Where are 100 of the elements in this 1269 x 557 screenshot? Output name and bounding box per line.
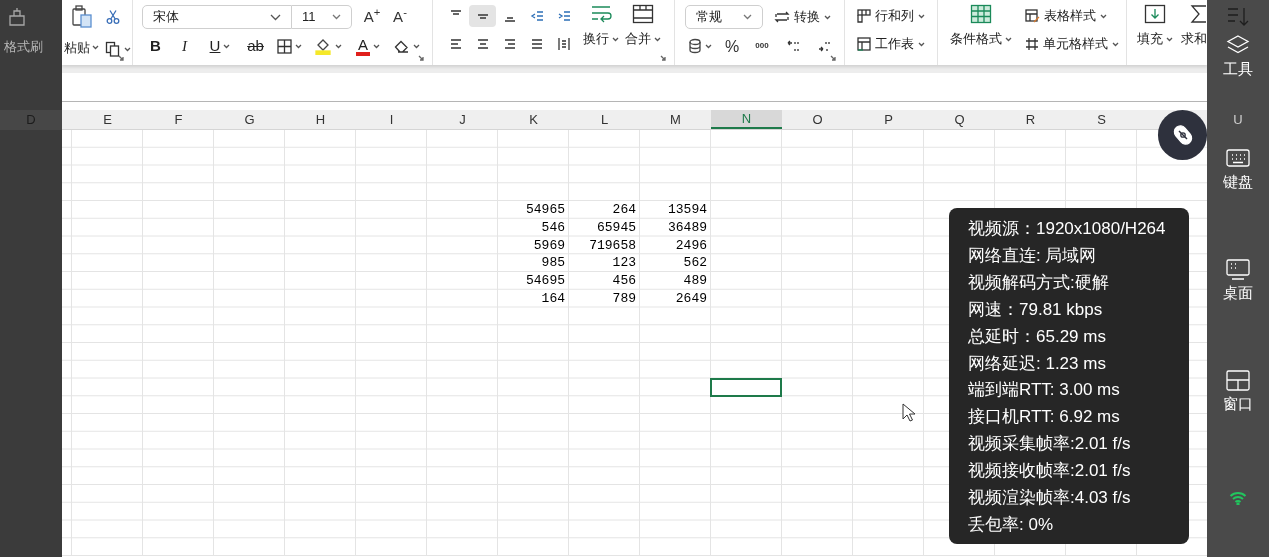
column-header[interactable]: F — [143, 110, 214, 129]
table-cell-text: 264 — [611, 201, 637, 219]
thousands-button[interactable]: 000 — [749, 35, 775, 57]
caret-icon — [92, 45, 99, 51]
sidebar-window-button[interactable]: 窗口 — [1223, 369, 1253, 412]
column-header[interactable]: E — [72, 110, 143, 129]
scissors-icon — [105, 9, 121, 25]
vertical-align-button[interactable] — [469, 5, 496, 27]
indent-icon — [556, 9, 571, 23]
sidebar-desktop-button[interactable]: 桌面 — [1223, 258, 1253, 301]
wrap-icon — [590, 4, 612, 24]
window-icon — [1225, 369, 1251, 392]
caret-icon — [1166, 36, 1173, 42]
rows-columns-icon — [857, 9, 871, 23]
indent-icon — [529, 9, 544, 23]
column-header[interactable]: G — [214, 110, 285, 129]
table-cell-text: 719658 — [588, 236, 637, 255]
table-cell-text: 164 — [540, 289, 566, 308]
align-icon — [448, 37, 463, 51]
sidebar-keyboard-button[interactable]: 键盘 — [1223, 147, 1253, 190]
align-icon — [476, 13, 489, 19]
table-cell-text: 456 — [611, 272, 637, 290]
table-cell-text: 65945 — [596, 218, 637, 237]
caret-icon — [824, 14, 831, 20]
selected-cell[interactable] — [710, 377, 782, 397]
column-header[interactable]: K — [498, 110, 569, 129]
table-cell-text: 489 — [682, 272, 708, 290]
table-cell-text: 2649 — [674, 289, 708, 308]
column-header[interactable]: N — [711, 110, 782, 129]
chevron-icon — [332, 14, 341, 20]
column-header[interactable]: M — [640, 110, 711, 129]
column-header[interactable]: O — [782, 110, 853, 129]
worksheet-icon — [857, 37, 871, 51]
table-cell-text: 54965 — [525, 201, 566, 219]
number-format-dropdown[interactable]: 常规 — [685, 5, 763, 29]
column-header[interactable]: I — [356, 110, 427, 129]
caret-icon — [413, 43, 420, 49]
font-color-button[interactable]: A — [349, 35, 387, 57]
keyboard-icon — [1225, 147, 1251, 170]
stat-line: 端到端RTT: 3.00 ms — [968, 379, 1121, 402]
font-size-dropdown[interactable]: 11 — [292, 5, 352, 29]
caret-icon — [1112, 41, 1119, 47]
paste-button[interactable]: 粘贴 — [64, 0, 99, 65]
table-cell-text: 5969 — [532, 236, 566, 255]
caret-icon — [1005, 36, 1012, 42]
table-icon — [970, 4, 992, 24]
percent-button[interactable]: % — [719, 35, 745, 57]
caret-icon — [223, 43, 231, 49]
rows-columns-button[interactable]: 行和列 — [854, 5, 937, 27]
font-family-dropdown[interactable]: 宋体 — [142, 5, 292, 29]
align-icon — [449, 10, 462, 15]
column-header[interactable]: S — [1066, 110, 1137, 129]
italic-button[interactable]: I — [171, 35, 198, 57]
desktop-icon — [1225, 258, 1251, 281]
table-cell-text: 13594 — [667, 201, 708, 219]
convert-button[interactable]: 转换 — [771, 6, 834, 28]
conditional-format-button[interactable]: 条件格式 — [950, 0, 1012, 65]
stat-line: 接口机RTT: 6.92 ms — [968, 406, 1121, 429]
column-header[interactable]: L — [569, 110, 640, 129]
distribute-icon — [556, 37, 571, 51]
sum-button[interactable]: 求和 — [1181, 0, 1207, 65]
column-header[interactable]: R — [995, 110, 1066, 129]
wifi-icon — [1229, 491, 1247, 505]
caret-icon — [1100, 13, 1107, 19]
merge-icon — [632, 4, 654, 24]
decrease-font-button[interactable]: A$^{-}$ — [388, 6, 412, 28]
column-header[interactable]: Q — [924, 110, 995, 129]
fill-button[interactable]: 填充 — [1137, 0, 1173, 65]
fill-down-icon — [1144, 4, 1166, 24]
align-icon — [529, 37, 544, 51]
format-painter-button[interactable]: 格式刷 — [0, 0, 62, 65]
table-style-button[interactable]: 表格样式 — [1022, 5, 1122, 27]
launcher-icon — [418, 55, 424, 61]
chevron-icon — [270, 13, 281, 21]
merge-button[interactable]: 合并 — [625, 0, 661, 65]
caret-icon — [612, 36, 619, 42]
launcher-icon — [118, 55, 124, 61]
decimal-icon — [785, 39, 800, 53]
align-icon — [503, 17, 516, 22]
wrap-text-button[interactable]: 换行 — [583, 0, 619, 65]
underline-button[interactable]: U — [200, 35, 240, 57]
bold-button[interactable]: B — [142, 35, 169, 57]
sidebar-tools-button[interactable]: 工具 — [1223, 34, 1253, 77]
caret-icon — [373, 43, 380, 49]
caret-icon — [335, 43, 342, 49]
increase-font-button[interactable]: A$^{+}$ — [360, 6, 384, 28]
strike-button[interactable]: ab — [242, 35, 269, 57]
column-header[interactable]: H — [285, 110, 356, 129]
table-cell-text: 789 — [611, 289, 637, 308]
column-header[interactable]: J — [427, 110, 498, 129]
caret-icon — [705, 43, 712, 49]
eraser-icon — [394, 39, 410, 53]
worksheet-button[interactable]: 工作表 — [854, 33, 937, 55]
stat-line: 视频源：1920x1080/H264 — [968, 218, 1167, 240]
coins-icon — [688, 38, 702, 54]
stat-line: 丢包率: 0% — [968, 513, 1055, 536]
stat-line: 网速：79.81 kbps — [968, 298, 1104, 321]
cell-style-button[interactable]: 单元格样式 — [1022, 33, 1122, 55]
column-header[interactable]: P — [853, 110, 924, 129]
align-icon — [502, 37, 517, 51]
